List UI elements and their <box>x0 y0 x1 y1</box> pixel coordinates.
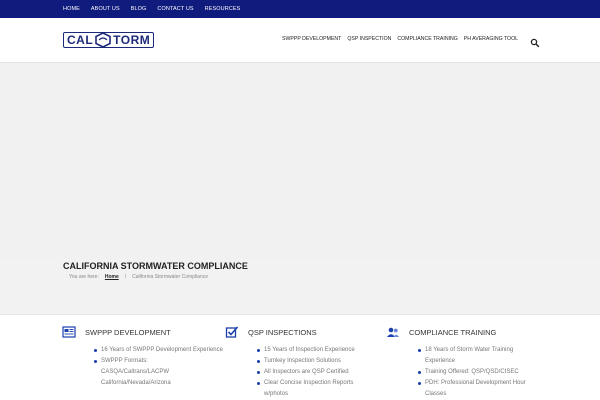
feature-compliance-training: COMPLIANCE TRAINING 18 Years of Storm Wa… <box>386 322 566 400</box>
checkbox-icon <box>225 325 239 339</box>
list-item: SWPPP Formats: CASQA/Caltrans/LACPW Cali… <box>62 356 242 389</box>
main-nav-ph-averaging-tool[interactable]: PH AVERAGING TOOL <box>464 36 518 42</box>
logo-text-right: TORM <box>113 33 151 47</box>
main-nav-swppp-development[interactable]: SWPPP DEVELOPMENT <box>282 36 341 42</box>
feature-list: 18 Years of Storm Water Training Experie… <box>386 345 566 400</box>
hero-banner <box>0 63 600 259</box>
top-nav-contact-us[interactable]: CONTACT US <box>157 6 193 12</box>
logo-emblem-icon <box>93 32 113 48</box>
list-item: Training Offered: QSP/QSD/CISEC <box>386 367 566 378</box>
feature-title: SWPPP DEVELOPMENT <box>85 327 171 337</box>
document-icon <box>62 325 76 339</box>
breadcrumb-home-link[interactable]: Home <box>105 274 119 280</box>
users-icon <box>386 325 400 339</box>
feature-list: 15 Years of Inspection Experience Turnke… <box>225 345 405 400</box>
page-title: CALIFORNIA STORMWATER COMPLIANCE <box>63 261 248 271</box>
breadcrumb-current: California Stormwater Compliance <box>132 274 209 280</box>
breadcrumb-separator: / <box>124 274 127 280</box>
list-item: 16 Years of SWPPP Development Experience <box>62 345 242 356</box>
list-item: Clear Concise Inspection Reports w/photo… <box>225 378 405 400</box>
feature-title: COMPLIANCE TRAINING <box>409 327 497 337</box>
list-item: Turnkey Inspection Solutions <box>225 356 405 367</box>
list-item: 15 Years of Inspection Experience <box>225 345 405 356</box>
site-header: CAL TORM SWPPP DEVELOPMENT QSP INSPECTIO… <box>0 18 600 63</box>
main-nav-compliance-training[interactable]: COMPLIANCE TRAINING <box>397 36 457 42</box>
top-nav-home[interactable]: HOME <box>63 6 80 12</box>
feature-swppp-development: SWPPP DEVELOPMENT 16 Years of SWPPP Deve… <box>62 322 242 389</box>
top-nav-resources[interactable]: RESOURCES <box>205 6 241 12</box>
list-item: PDH: Professional Development Hour Class… <box>386 378 566 400</box>
feature-list: 16 Years of SWPPP Development Experience… <box>62 345 242 389</box>
main-nav-qsp-inspection[interactable]: QSP INSPECTION <box>347 36 391 42</box>
logo-text-left: CAL <box>67 33 94 47</box>
top-nav-blog[interactable]: BLOG <box>131 6 147 12</box>
site-logo[interactable]: CAL TORM <box>63 32 169 48</box>
breadcrumb-prefix: You are here: <box>69 274 99 280</box>
top-nav-about-us[interactable]: ABOUT US <box>91 6 120 12</box>
logo-frame: CAL TORM <box>63 32 155 48</box>
main-nav: SWPPP DEVELOPMENT QSP INSPECTION COMPLIA… <box>276 36 518 42</box>
feature-title: QSP INSPECTIONS <box>248 327 317 337</box>
search-icon[interactable] <box>530 35 540 48</box>
list-item: 18 Years of Storm Water Training Experie… <box>386 345 566 367</box>
breadcrumb: You are here: Home / California Stormwat… <box>69 274 208 280</box>
top-nav: HOME ABOUT US BLOG CONTACT US RESOURCES <box>63 0 251 18</box>
list-item: All Inspectors are QSP Certified <box>225 367 405 378</box>
feature-qsp-inspections: QSP INSPECTIONS 15 Years of Inspection E… <box>225 322 405 400</box>
